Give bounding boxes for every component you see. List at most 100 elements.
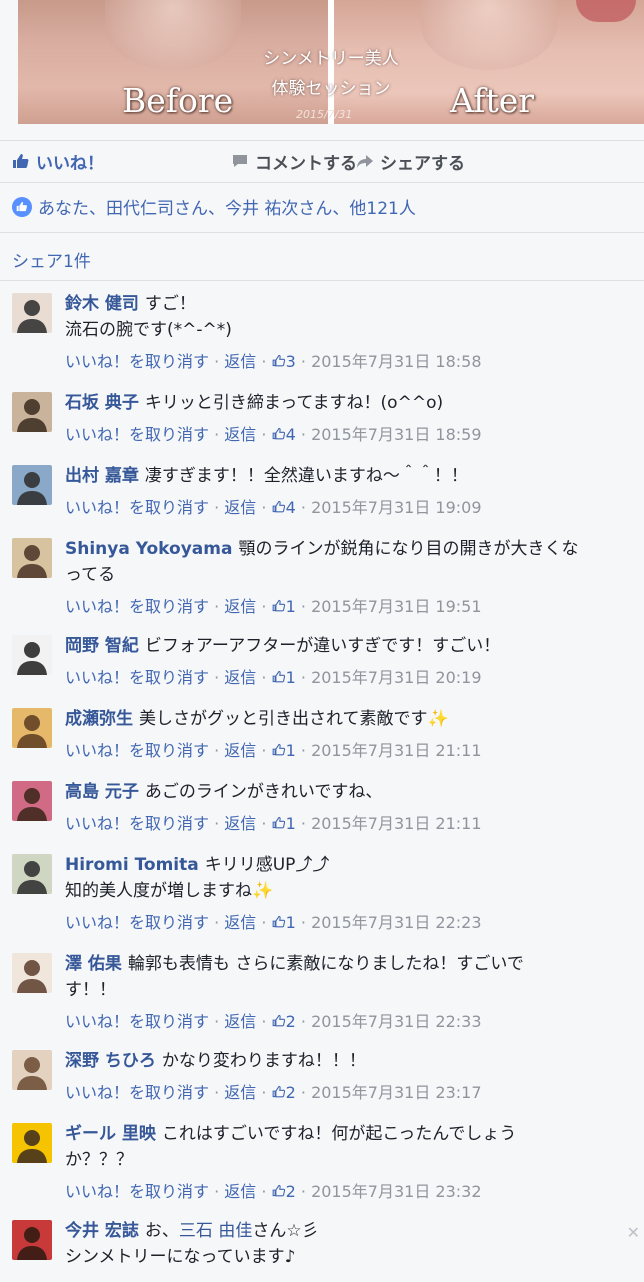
divider	[0, 182, 644, 183]
comment-body: 深野 ちひろ かなり変わりますね！！！	[65, 1045, 628, 1074]
commenter-name[interactable]: ギール 里映	[65, 1124, 156, 1144]
reply-link[interactable]: 返信	[224, 597, 256, 616]
commenter-avatar[interactable]	[12, 1220, 52, 1260]
unlike-link[interactable]: いいね！を取り消す	[65, 1182, 209, 1201]
commenter-avatar[interactable]	[12, 953, 52, 993]
unlike-link[interactable]: いいね！を取り消す	[65, 597, 209, 616]
reply-link[interactable]: 返信	[224, 498, 256, 517]
comment-timestamp[interactable]: 2015年7月31日 20:19	[311, 668, 481, 687]
like-button[interactable]: いいね！	[12, 149, 104, 174]
comment-like-count[interactable]: 2	[272, 1083, 296, 1102]
commenter-name[interactable]: 鈴木 健司	[65, 294, 139, 314]
comment-text: すご！	[144, 294, 196, 314]
comment-timestamp[interactable]: 2015年7月31日 19:09	[311, 498, 481, 517]
commenter-name[interactable]: 澤 佑果	[65, 954, 122, 974]
unlike-link[interactable]: いいね！を取り消す	[65, 1083, 209, 1102]
photo-caption: シンメトリー美人 体験セッション	[18, 44, 644, 104]
commenter-name[interactable]: 今井 宏誌	[65, 1221, 139, 1241]
comment-body: 岡野 智紀 ビフォアーアフターが違いすぎです！すごい！	[65, 630, 628, 659]
comment-button[interactable]: コメントする	[166, 149, 373, 174]
commenter-avatar[interactable]	[12, 635, 52, 675]
commenter-avatar[interactable]	[12, 465, 52, 505]
comment-like-count[interactable]: 4	[272, 498, 296, 517]
unlike-link[interactable]: いいね！を取り消す	[65, 1012, 209, 1031]
share-button[interactable]: シェアする	[356, 149, 465, 174]
likes-summary-text[interactable]: あなた、田代仁司さん、今井 祐次さん、他121人	[38, 194, 416, 219]
commenter-avatar[interactable]	[12, 854, 52, 894]
person-silhouette-icon	[17, 1057, 47, 1090]
comment-body: 今井 宏誌 お、三石 由佳さん☆彡 シンメトリーになっています♪	[65, 1215, 628, 1270]
close-icon[interactable]: ✕	[627, 1223, 640, 1242]
unlike-link[interactable]: いいね！を取り消す	[65, 913, 209, 932]
commenter-avatar[interactable]	[12, 1123, 52, 1163]
comment-timestamp[interactable]: 2015年7月31日 22:23	[311, 913, 481, 932]
unlike-link[interactable]: いいね！を取り消す	[65, 425, 209, 444]
comment-like-count[interactable]: 1	[272, 597, 296, 616]
share-button-label: シェアする	[380, 153, 465, 174]
commenter-avatar[interactable]	[12, 781, 52, 821]
commenter-name[interactable]: 石坂 典子	[65, 393, 139, 413]
unlike-link[interactable]: いいね！を取り消す	[65, 741, 209, 760]
meta-separator: ·	[261, 741, 267, 760]
reply-link[interactable]: 返信	[224, 814, 256, 833]
reply-link[interactable]: 返信	[224, 668, 256, 687]
comment-text: これはすごいですね！何が起こったんでしょう	[161, 1124, 517, 1144]
comment-mention[interactable]: 三石 由佳	[179, 1221, 252, 1241]
person-silhouette-icon	[17, 472, 47, 505]
unlike-link[interactable]: いいね！を取り消す	[65, 498, 209, 517]
commenter-avatar[interactable]	[12, 392, 52, 432]
comment-timestamp[interactable]: 2015年7月31日 21:11	[311, 814, 481, 833]
commenter-avatar[interactable]	[12, 1050, 52, 1090]
comment-like-count[interactable]: 1	[272, 668, 296, 687]
reply-link[interactable]: 返信	[224, 1182, 256, 1201]
comment-timestamp[interactable]: 2015年7月31日 23:17	[311, 1083, 481, 1102]
comment-item: Shinya Yokoyama 顎のラインが鋭角になり目の開きが大きくな ってる い…	[0, 533, 644, 620]
thumbs-up-icon	[13, 154, 29, 168]
comment-like-count[interactable]: 4	[272, 425, 296, 444]
unlike-link[interactable]: いいね！を取り消す	[65, 814, 209, 833]
reply-link[interactable]: 返信	[224, 913, 256, 932]
reply-link[interactable]: 返信	[224, 425, 256, 444]
comment-like-count[interactable]: 1	[272, 741, 296, 760]
commenter-name[interactable]: 高島 元子	[65, 782, 139, 802]
comment-like-count[interactable]: 2	[272, 1012, 296, 1031]
meta-separator: ·	[214, 597, 220, 616]
unlike-link[interactable]: いいね！を取り消す	[65, 668, 209, 687]
person-silhouette-icon	[17, 545, 47, 578]
commenter-avatar[interactable]	[12, 293, 52, 333]
comment-text: あごのラインがきれいですね、	[144, 782, 383, 802]
comment-timestamp[interactable]: 2015年7月31日 19:51	[311, 597, 481, 616]
comment-timestamp[interactable]: 2015年7月31日 18:58	[311, 352, 481, 371]
reply-link[interactable]: 返信	[224, 741, 256, 760]
comment-text-continued: シンメトリーになっています♪	[65, 1247, 296, 1267]
commenter-name[interactable]: Hiromi Tomita	[65, 855, 199, 875]
likes-summary[interactable]: あなた、田代仁司さん、今井 祐次さん、他121人	[12, 194, 416, 219]
comment-timestamp[interactable]: 2015年7月31日 23:32	[311, 1182, 481, 1201]
reply-link[interactable]: 返信	[224, 1083, 256, 1102]
comment-timestamp[interactable]: 2015年7月31日 22:33	[311, 1012, 481, 1031]
comment-like-count[interactable]: 2	[272, 1182, 296, 1201]
comment-like-count[interactable]: 3	[272, 352, 296, 371]
commenter-name[interactable]: 岡野 智紀	[65, 636, 139, 656]
comment-timestamp[interactable]: 2015年7月31日 18:59	[311, 425, 481, 444]
thumbs-up-outline-icon	[272, 1184, 285, 1197]
meta-separator: ·	[261, 597, 267, 616]
comment-like-count[interactable]: 1	[272, 913, 296, 932]
divider	[0, 232, 644, 233]
commenter-avatar[interactable]	[12, 538, 52, 578]
reply-link[interactable]: 返信	[224, 352, 256, 371]
reply-link[interactable]: 返信	[224, 1012, 256, 1031]
commenter-name[interactable]: Shinya Yokoyama	[65, 539, 232, 559]
meta-separator: ·	[261, 814, 267, 833]
person-silhouette-icon	[17, 300, 47, 333]
post-photo[interactable]: Before After シンメトリー美人 体験セッション 2015/7/31	[18, 0, 644, 124]
comment-timestamp[interactable]: 2015年7月31日 21:11	[311, 741, 481, 760]
comment-like-count[interactable]: 1	[272, 814, 296, 833]
commenter-name[interactable]: 深野 ちひろ	[65, 1051, 156, 1071]
shares-summary[interactable]: シェア1件	[12, 247, 91, 272]
commenter-avatar[interactable]	[12, 708, 52, 748]
commenter-name[interactable]: 出村 嘉章	[65, 466, 139, 486]
commenter-name[interactable]: 成瀬弥生	[65, 709, 133, 729]
comment-list: 鈴木 健司 すご！ 流石の腕です(*^-^*) いいね！を取り消す · 返信 · 3…	[0, 288, 644, 1282]
unlike-link[interactable]: いいね！を取り消す	[65, 352, 209, 371]
